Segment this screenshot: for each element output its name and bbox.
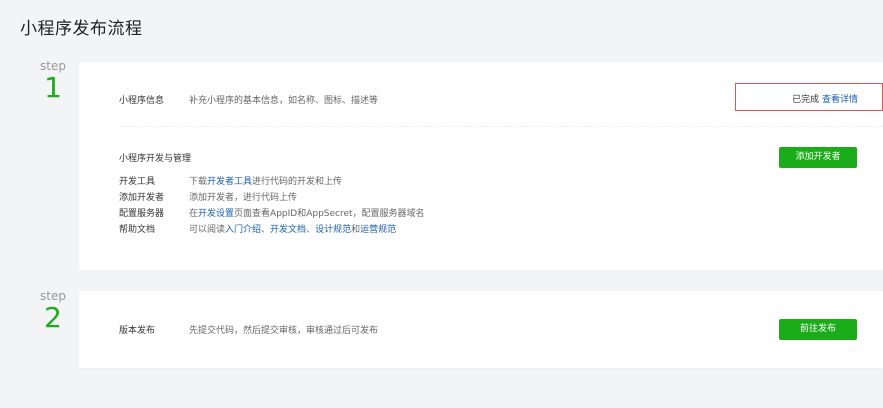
- dev-row-label: 帮助文档: [119, 225, 156, 235]
- step-2-card: 版本发布 先提交代码，然后提交审核，审核通过后可发布 前往发布: [79, 291, 883, 368]
- info-status-box: 已完成 查看详情: [735, 83, 883, 111]
- dev-row-link[interactable]: 设计规范: [315, 225, 351, 235]
- dev-row-label: 添加开发者: [119, 193, 165, 203]
- dev-row-link[interactable]: 开发者工具: [207, 177, 252, 187]
- dev-row-text: 可以阅读: [189, 225, 226, 235]
- dev-row-text: 进行代码的开发和上传: [252, 177, 343, 187]
- dev-row-link[interactable]: 开发文档: [270, 225, 306, 235]
- step-1-card: 小程序信息 补充小程序的基本信息，如名称、图标、描述等 已完成 查看详情 小程序…: [79, 62, 883, 270]
- go-publish-button[interactable]: 前往发布: [779, 319, 857, 340]
- add-developer-button[interactable]: 添加开发者: [779, 147, 857, 168]
- info-description: 补充小程序的基本信息，如名称、图标、描述等: [189, 96, 379, 106]
- dev-row-text: 、: [306, 225, 316, 235]
- dev-row-label: 开发工具: [119, 177, 156, 187]
- dev-row-label: 配置服务器: [119, 209, 165, 219]
- dev-row-description: 添加开发者，进行代码上传: [189, 190, 297, 203]
- dev-row-description: 在开发设置页面查看AppID和AppSecret，配置服务器域名: [189, 206, 425, 219]
- dev-row-text: 页面查看AppID和AppSecret，配置服务器域名: [234, 209, 425, 219]
- dev-row-link[interactable]: 开发设置: [198, 209, 234, 219]
- dev-row-text: 在: [189, 209, 199, 219]
- dev-row-description: 可以阅读入门介绍、开发文档、设计规范和运营规范: [189, 222, 396, 235]
- info-status-text: 已完成: [792, 95, 820, 105]
- page-title: 小程序发布流程: [20, 19, 143, 39]
- dev-section-title: 小程序开发与管理: [119, 154, 192, 164]
- dev-row-description: 下载开发者工具进行代码的开发和上传: [189, 174, 342, 187]
- step-1-number: 1: [44, 71, 62, 104]
- release-label: 版本发布: [119, 326, 156, 336]
- view-details-link[interactable]: 查看详情: [822, 95, 858, 105]
- info-label: 小程序信息: [119, 96, 165, 106]
- dev-row-link[interactable]: 运营规范: [360, 225, 396, 235]
- release-description: 先提交代码，然后提交审核，审核通过后可发布: [189, 326, 379, 336]
- dev-row-text: 、: [261, 225, 271, 235]
- step-2-number: 2: [44, 301, 62, 334]
- dev-row-text: 添加开发者，进行代码上传: [189, 193, 298, 203]
- section-divider: [119, 126, 883, 127]
- dev-row-text: 和: [351, 225, 361, 235]
- dev-row-text: 下载: [189, 177, 208, 187]
- dev-row-link[interactable]: 入门介绍: [225, 225, 261, 235]
